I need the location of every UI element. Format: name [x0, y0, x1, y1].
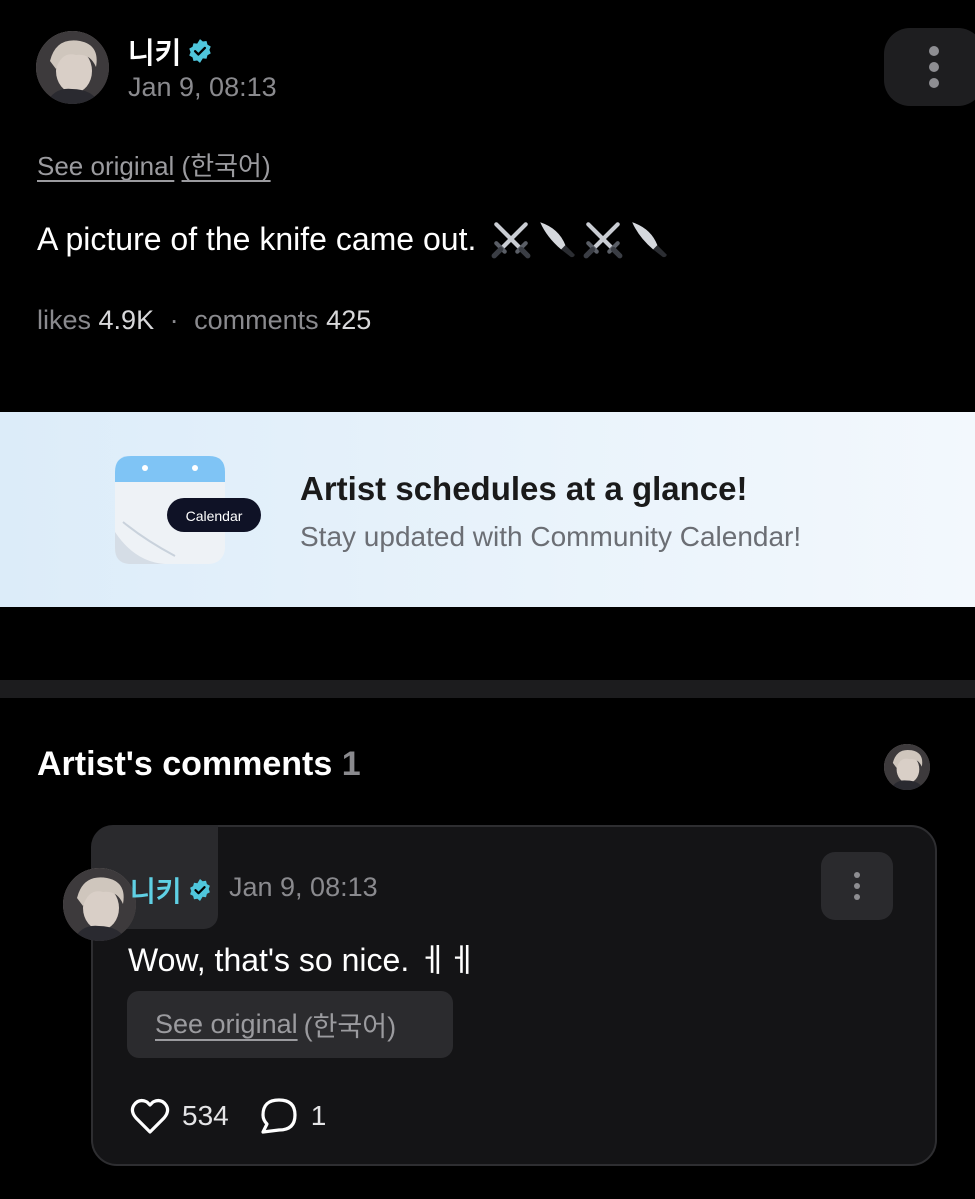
author-name-text[interactable]: 니키	[128, 30, 181, 72]
more-vertical-icon	[929, 46, 939, 88]
crossed-swords-icon	[583, 222, 623, 259]
post-body: A picture of the knife came out.	[37, 218, 670, 260]
comments-count[interactable]: 425	[326, 305, 371, 335]
crossed-swords-icon	[491, 222, 531, 259]
verified-badge-icon	[189, 879, 210, 901]
artist-comments-heading: Artist's comments 1	[37, 745, 361, 784]
reply-button[interactable]: 1	[259, 1096, 327, 1136]
artist-comments-title: Artist's comments	[37, 745, 333, 783]
likes-label: likes	[37, 305, 92, 335]
banner-subtitle: Stay updated with Community Calendar!	[300, 521, 802, 552]
post-text: A picture of the knife came out.	[37, 220, 477, 257]
original-language[interactable]: (한국어)	[304, 1005, 397, 1044]
verified-badge-icon	[189, 39, 212, 63]
artist-comments-count: 1	[341, 745, 361, 783]
comment-see-original-button[interactable]: See original (한국어)	[127, 991, 453, 1058]
artist-avatar-small[interactable]	[884, 744, 930, 790]
speech-bubble-icon	[261, 1098, 297, 1134]
author-avatar[interactable]	[36, 31, 109, 104]
stats-separator: ·	[169, 305, 179, 335]
more-options-button[interactable]	[884, 28, 975, 106]
heart-icon	[130, 1098, 170, 1134]
banner-title: Artist schedules at a glance!	[300, 470, 748, 507]
comment-date: Jan 9, 08:13	[229, 872, 378, 902]
more-vertical-icon	[854, 872, 860, 900]
see-original-text[interactable]: See original	[155, 1009, 298, 1040]
post-date: Jan 9, 08:13	[128, 72, 277, 102]
see-original-text[interactable]: See original	[37, 151, 174, 181]
author-name[interactable]: 니키	[128, 30, 213, 72]
like-button[interactable]: 534	[130, 1097, 229, 1135]
comments-label[interactable]: comments	[194, 305, 319, 335]
original-language[interactable]: (한국어)	[182, 151, 271, 181]
likes-count: 4.9K	[98, 305, 155, 335]
reply-count: 1	[310, 1100, 327, 1131]
comment-author-text[interactable]: 니키	[130, 870, 182, 910]
calendar-icon: Calendar	[115, 452, 261, 566]
like-count: 534	[182, 1100, 229, 1131]
see-original-link[interactable]: See original (한국어)	[37, 146, 271, 183]
comment-author-avatar[interactable]	[63, 868, 136, 941]
comment-more-button[interactable]	[821, 852, 893, 920]
comment-author-name[interactable]: 니키	[130, 870, 212, 910]
kitchen-knife-icon	[632, 222, 668, 258]
comment-actions: 534 1	[130, 1096, 356, 1136]
kitchen-knife-icon	[540, 222, 576, 258]
post-stats: likes 4.9K · comments 425	[37, 305, 371, 336]
comment-body: Wow, that's so nice. ㅔㅔ	[128, 942, 477, 978]
emoji-row	[490, 218, 670, 260]
calendar-icon-label: Calendar	[185, 508, 243, 524]
section-divider	[0, 680, 975, 698]
